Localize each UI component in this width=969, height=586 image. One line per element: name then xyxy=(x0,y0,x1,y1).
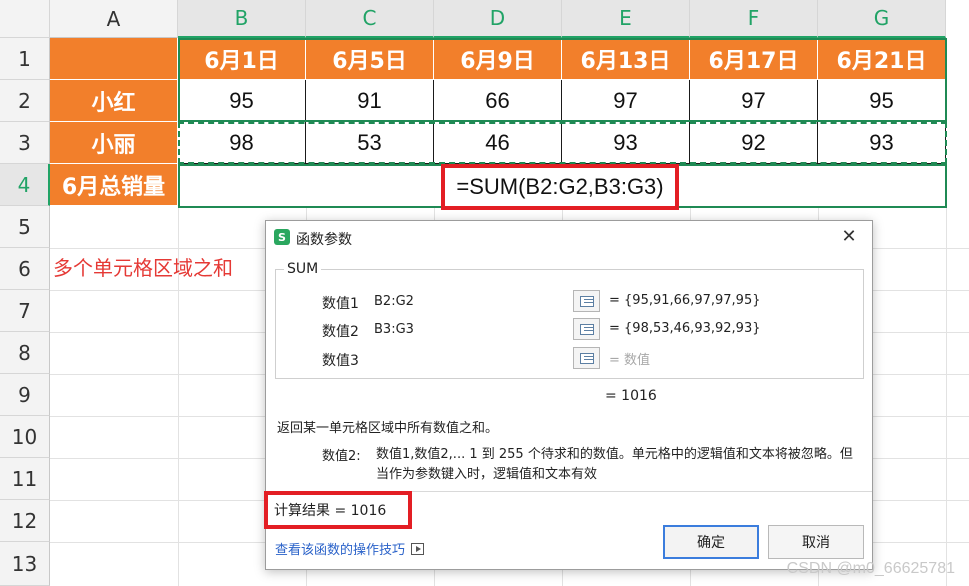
row-header-7[interactable]: 7 xyxy=(0,290,50,332)
function-total: = 1016 xyxy=(605,388,657,404)
cell-g3[interactable]: 93 xyxy=(818,122,946,164)
cell-d3[interactable]: 46 xyxy=(434,122,562,164)
function-arguments-dialog: S 函数参数 ✕ SUM 数值1 = {95,91,66,97,97,95} 数… xyxy=(264,220,873,570)
ok-button[interactable]: 确定 xyxy=(663,525,759,559)
arguments-group xyxy=(275,269,864,379)
cell-e1[interactable]: 6月13日 xyxy=(562,38,690,80)
cell-e2[interactable]: 97 xyxy=(562,80,690,122)
video-play-icon xyxy=(411,542,425,555)
close-icon[interactable]: ✕ xyxy=(838,225,860,247)
cell-a3[interactable]: 小丽 xyxy=(50,122,178,164)
watermark: CSDN @m0_66625781 xyxy=(786,560,955,577)
cell-g1[interactable]: 6月21日 xyxy=(818,38,946,80)
select-all-corner[interactable] xyxy=(0,0,50,38)
arg-description: 数值1,数值2,... 1 到 255 个待求和的数值。单元格中的逻辑值和文本将… xyxy=(376,447,853,482)
arg-2-ref-button[interactable] xyxy=(573,318,600,340)
formula-text: =SUM(B2:G2,B3:G3) xyxy=(456,174,664,199)
formula-cell-highlight[interactable]: =SUM(B2:G2,B3:G3) xyxy=(441,164,679,210)
row-header-8[interactable]: 8 xyxy=(0,332,50,374)
arg-3-result: = 数值 xyxy=(609,353,651,368)
row-header-9[interactable]: 9 xyxy=(0,374,50,416)
cell-g2[interactable]: 95 xyxy=(818,80,946,122)
row-header-1[interactable]: 1 xyxy=(0,38,50,80)
arg-2-result: = {98,53,46,93,92,93} xyxy=(609,321,761,336)
row-header-11[interactable]: 11 xyxy=(0,458,50,500)
column-header-a[interactable]: A xyxy=(50,0,178,38)
cell-c2[interactable]: 91 xyxy=(306,80,434,122)
row-header-6[interactable]: 6 xyxy=(0,248,50,290)
cell-a2[interactable]: 小红 xyxy=(50,80,178,122)
cell-b1[interactable]: 6月1日 xyxy=(178,38,306,80)
range-select-icon xyxy=(579,352,594,364)
annotation-text: 多个单元格区域之和 xyxy=(53,256,233,280)
range-select-icon xyxy=(579,323,594,335)
arg-2-input[interactable] xyxy=(369,317,569,341)
cell-b2[interactable]: 95 xyxy=(178,80,306,122)
cell-e3[interactable]: 93 xyxy=(562,122,690,164)
arg-3-ref-button[interactable] xyxy=(573,347,600,369)
arg-1-ref-button[interactable] xyxy=(573,290,600,312)
column-header-b[interactable]: B xyxy=(178,0,306,38)
cell-f2[interactable]: 97 xyxy=(690,80,818,122)
cell-d1[interactable]: 6月9日 xyxy=(434,38,562,80)
calculation-result-highlight: 计算结果 = 1016 xyxy=(264,491,412,529)
function-description: 返回某一单元格区域中所有数值之和。 xyxy=(277,421,499,436)
dialog-title: 函数参数 xyxy=(296,232,352,248)
arg-3-input[interactable] xyxy=(369,346,569,370)
function-help-link[interactable]: 查看该函数的操作技巧 xyxy=(275,539,425,558)
arg-1-input[interactable] xyxy=(369,289,569,313)
cell-f3[interactable]: 92 xyxy=(690,122,818,164)
function-name-label: SUM xyxy=(284,261,322,277)
gridline xyxy=(946,206,947,586)
cell-b3[interactable]: 98 xyxy=(178,122,306,164)
arg-3-label: 数值3 xyxy=(322,353,359,369)
arg-2-label: 数值2 xyxy=(322,324,359,340)
row-header-10[interactable]: 10 xyxy=(0,416,50,458)
cell-f1[interactable]: 6月17日 xyxy=(690,38,818,80)
row-header-2[interactable]: 2 xyxy=(0,80,50,122)
row-header-13[interactable]: 13 xyxy=(0,542,50,586)
cell-a4[interactable]: 6月总销量 xyxy=(50,164,178,206)
wps-spreadsheet-icon: S xyxy=(274,229,290,245)
cell-c3[interactable]: 53 xyxy=(306,122,434,164)
cell-c1[interactable]: 6月5日 xyxy=(306,38,434,80)
cancel-button[interactable]: 取消 xyxy=(768,525,864,559)
column-header-g[interactable]: G xyxy=(818,0,946,38)
dialog-titlebar[interactable]: S 函数参数 ✕ xyxy=(266,221,872,253)
column-header-d[interactable]: D xyxy=(434,0,562,38)
row-header-3[interactable]: 3 xyxy=(0,122,50,164)
column-header-c[interactable]: C xyxy=(306,0,434,38)
help-link-text: 查看该函数的操作技巧 xyxy=(275,543,406,558)
arg-description-label: 数值2: xyxy=(322,449,361,464)
arg-1-label: 数值1 xyxy=(322,296,359,312)
row-header-12[interactable]: 12 xyxy=(0,500,50,542)
column-header-f[interactable]: F xyxy=(690,0,818,38)
cell-a1[interactable] xyxy=(50,38,178,80)
cell-d2[interactable]: 66 xyxy=(434,80,562,122)
arg-1-result: = {95,91,66,97,97,95} xyxy=(609,293,761,308)
row-header-4[interactable]: 4 xyxy=(0,164,50,206)
range-select-icon xyxy=(579,295,594,307)
calculation-result: 计算结果 = 1016 xyxy=(274,503,387,519)
column-header-e[interactable]: E xyxy=(562,0,690,38)
row-header-5[interactable]: 5 xyxy=(0,206,50,248)
